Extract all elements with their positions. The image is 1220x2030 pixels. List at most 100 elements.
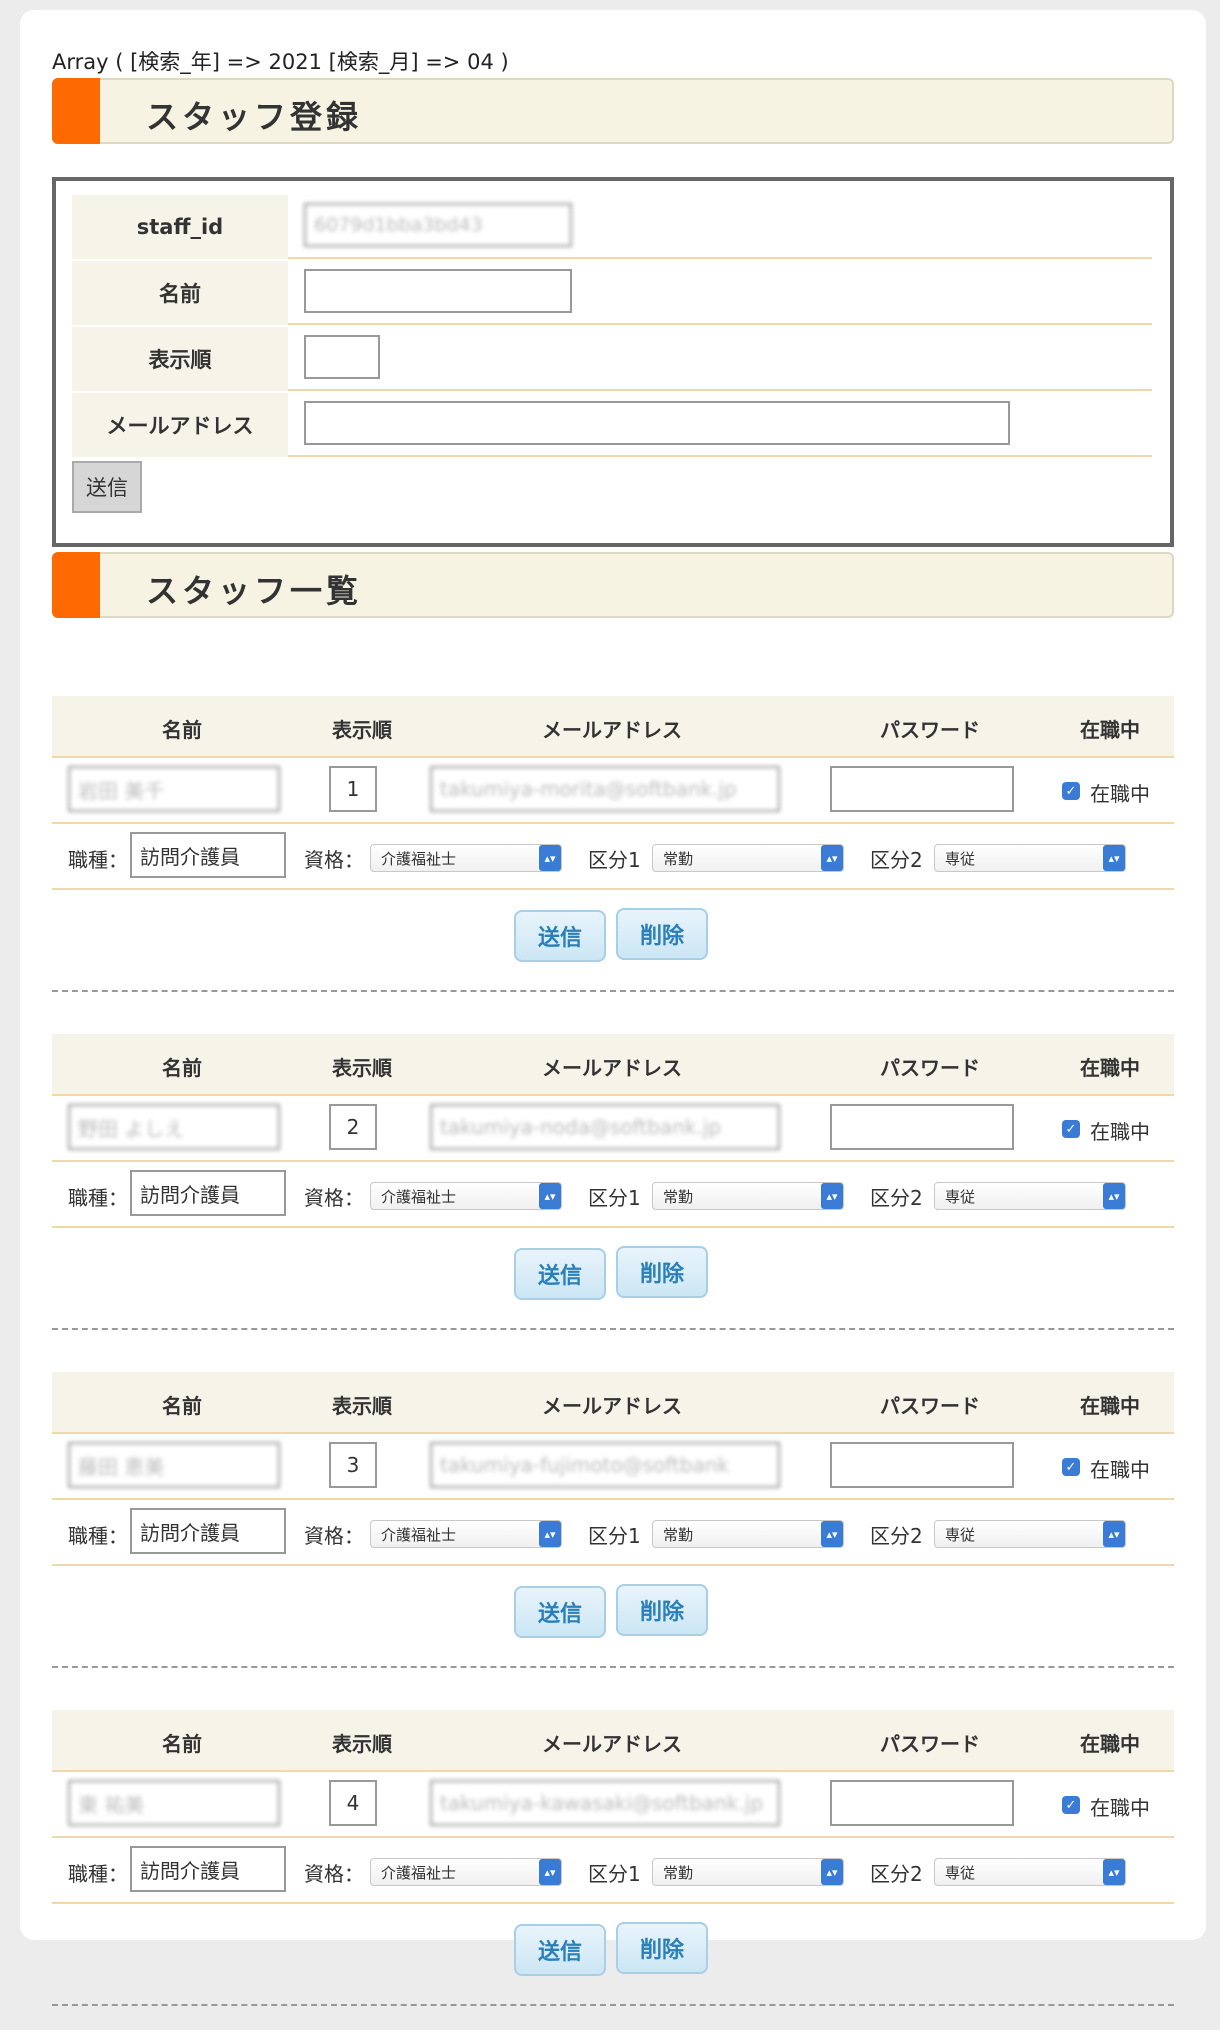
chevron-updown-icon: ▴▾ xyxy=(539,1183,561,1209)
checkmark-icon[interactable]: ✓ xyxy=(1062,1120,1080,1138)
staff-name-input[interactable]: 岩田 美千 xyxy=(68,766,280,812)
chevron-updown-icon: ▴▾ xyxy=(539,845,561,871)
kubun1-select[interactable]: 常勤 ▴▾ xyxy=(652,844,844,872)
kubun2-select[interactable]: 専従 ▴▾ xyxy=(934,844,1126,872)
staff-id-input[interactable]: 6079d1bba3bd43 xyxy=(304,203,572,247)
staff-header-row: 名前 表示順 メールアドレス パスワード 在職中 xyxy=(52,696,1174,758)
staff-order-input[interactable]: 2 xyxy=(329,1104,377,1150)
header-accent xyxy=(52,552,100,618)
header-password: パスワード xyxy=(880,1732,980,1756)
qualification-select[interactable]: 介護福祉士 ▴▾ xyxy=(370,1520,562,1548)
kubun1-select[interactable]: 常勤 ▴▾ xyxy=(652,1182,844,1210)
header-email: メールアドレス xyxy=(542,1732,682,1756)
email-input[interactable] xyxy=(304,401,1010,445)
staff-email-input[interactable]: takumiya-kawasaki@softbank.jp xyxy=(430,1780,780,1826)
kubun1-select[interactable]: 常勤 ▴▾ xyxy=(652,1520,844,1548)
staff-delete-button[interactable]: 削除 xyxy=(616,1246,708,1298)
staff-field-row: 藤田 恵美 3 takumiya-fujimoto@softbank ✓ 在職中 xyxy=(52,1434,1174,1500)
job-input[interactable]: 訪問介護員 xyxy=(130,1170,286,1216)
staff-header-row: 名前 表示順 メールアドレス パスワード 在職中 xyxy=(52,1034,1174,1096)
kubun2-label: 区分2 xyxy=(870,1186,923,1210)
staff-password-input[interactable] xyxy=(830,1104,1014,1150)
staff-submit-button[interactable]: 送信 xyxy=(514,1924,606,1976)
staff-header-row: 名前 表示順 メールアドレス パスワード 在職中 xyxy=(52,1372,1174,1434)
debug-output: Array ( [検索_年] => 2021 [検索_月] => 04 ) xyxy=(52,50,509,74)
kubun2-label: 区分2 xyxy=(870,1862,923,1886)
active-label: 在職中 xyxy=(1090,1796,1150,1820)
divider xyxy=(52,1666,1174,1668)
job-input[interactable]: 訪問介護員 xyxy=(130,832,286,878)
staff-submit-button[interactable]: 送信 xyxy=(514,1586,606,1638)
active-label: 在職中 xyxy=(1090,782,1150,806)
staff-order-input[interactable]: 1 xyxy=(329,766,377,812)
staff-entry: 名前 表示順 メールアドレス パスワード 在職中 野田 よしえ 2 takumi… xyxy=(52,1034,1174,1354)
staff-name-input[interactable]: 東 祐美 xyxy=(68,1780,280,1826)
header-active: 在職中 xyxy=(1080,718,1140,742)
chevron-updown-icon: ▴▾ xyxy=(1103,1521,1125,1547)
header-password: パスワード xyxy=(880,1394,980,1418)
register-row-staff-id: staff_id 6079d1bba3bd43 xyxy=(72,195,1152,259)
staff-name-input[interactable]: 藤田 恵美 xyxy=(68,1442,280,1488)
register-title: スタッフ登録 xyxy=(146,98,363,136)
checkmark-icon[interactable]: ✓ xyxy=(1062,1458,1080,1476)
list-section-header: スタッフ一覧 xyxy=(52,552,1174,618)
chevron-updown-icon: ▴▾ xyxy=(821,1183,843,1209)
register-row-order: 表示順 xyxy=(72,327,1152,391)
staff-delete-button[interactable]: 削除 xyxy=(616,1922,708,1974)
staff-email-input[interactable]: takumiya-noda@softbank.jp xyxy=(430,1104,780,1150)
qualification-select[interactable]: 介護福祉士 ▴▾ xyxy=(370,1182,562,1210)
divider xyxy=(52,2004,1174,2006)
staff-order-input[interactable]: 3 xyxy=(329,1442,377,1488)
staff-password-input[interactable] xyxy=(830,766,1014,812)
checkmark-icon[interactable]: ✓ xyxy=(1062,1796,1080,1814)
header-name: 名前 xyxy=(162,718,202,742)
staff-password-input[interactable] xyxy=(830,1442,1014,1488)
chevron-updown-icon: ▴▾ xyxy=(1103,1183,1125,1209)
chevron-updown-icon: ▴▾ xyxy=(821,1521,843,1547)
staff-submit-button[interactable]: 送信 xyxy=(514,910,606,962)
staff-field-row: 野田 よしえ 2 takumiya-noda@softbank.jp ✓ 在職中 xyxy=(52,1096,1174,1162)
staff-header-row: 名前 表示順 メールアドレス パスワード 在職中 xyxy=(52,1710,1174,1772)
header-order: 表示順 xyxy=(332,718,392,742)
staff-submit-button[interactable]: 送信 xyxy=(514,1248,606,1300)
order-label: 表示順 xyxy=(72,327,288,391)
kubun2-label: 区分2 xyxy=(870,1524,923,1548)
staff-password-input[interactable] xyxy=(830,1780,1014,1826)
order-input[interactable] xyxy=(304,335,380,379)
header-order: 表示順 xyxy=(332,1394,392,1418)
staff-entry: 名前 表示順 メールアドレス パスワード 在職中 東 祐美 4 takumiya… xyxy=(52,1710,1174,2030)
header-password: パスワード xyxy=(880,1056,980,1080)
kubun2-select[interactable]: 専従 ▴▾ xyxy=(934,1858,1126,1886)
staff-email-input[interactable]: takumiya-fujimoto@softbank xyxy=(430,1442,780,1488)
staff-delete-button[interactable]: 削除 xyxy=(616,1584,708,1636)
job-input[interactable]: 訪問介護員 xyxy=(130,1846,286,1892)
header-order: 表示順 xyxy=(332,1056,392,1080)
name-input[interactable] xyxy=(304,269,572,313)
register-row-email: メールアドレス xyxy=(72,393,1152,457)
qualification-select[interactable]: 介護福祉士 ▴▾ xyxy=(370,1858,562,1886)
kubun1-label: 区分1 xyxy=(588,1524,641,1548)
header-order: 表示順 xyxy=(332,1732,392,1756)
job-label: 職種： xyxy=(68,1524,128,1548)
job-input[interactable]: 訪問介護員 xyxy=(130,1508,286,1554)
staff-delete-button[interactable]: 削除 xyxy=(616,908,708,960)
header-accent xyxy=(52,78,100,144)
kubun2-select[interactable]: 専従 ▴▾ xyxy=(934,1520,1126,1548)
kubun1-select[interactable]: 常勤 ▴▾ xyxy=(652,1858,844,1886)
job-label: 職種： xyxy=(68,1186,128,1210)
register-submit-button[interactable]: 送信 xyxy=(72,461,142,513)
chevron-updown-icon: ▴▾ xyxy=(1103,845,1125,871)
email-label: メールアドレス xyxy=(72,393,288,457)
checkmark-icon[interactable]: ✓ xyxy=(1062,782,1080,800)
qualification-select[interactable]: 介護福祉士 ▴▾ xyxy=(370,844,562,872)
staff-entry: 名前 表示順 メールアドレス パスワード 在職中 岩田 美千 1 takumiy… xyxy=(52,696,1174,1016)
chevron-updown-icon: ▴▾ xyxy=(539,1859,561,1885)
register-row-name: 名前 xyxy=(72,261,1152,325)
staff-order-input[interactable]: 4 xyxy=(329,1780,377,1826)
staff-name-input[interactable]: 野田 よしえ xyxy=(68,1104,280,1150)
kubun2-select[interactable]: 専従 ▴▾ xyxy=(934,1182,1126,1210)
header-email: メールアドレス xyxy=(542,718,682,742)
staff-email-input[interactable]: takumiya-morita@softbank.jp xyxy=(430,766,780,812)
staff-field-row: 東 祐美 4 takumiya-kawasaki@softbank.jp ✓ 在… xyxy=(52,1772,1174,1838)
kubun1-label: 区分1 xyxy=(588,848,641,872)
